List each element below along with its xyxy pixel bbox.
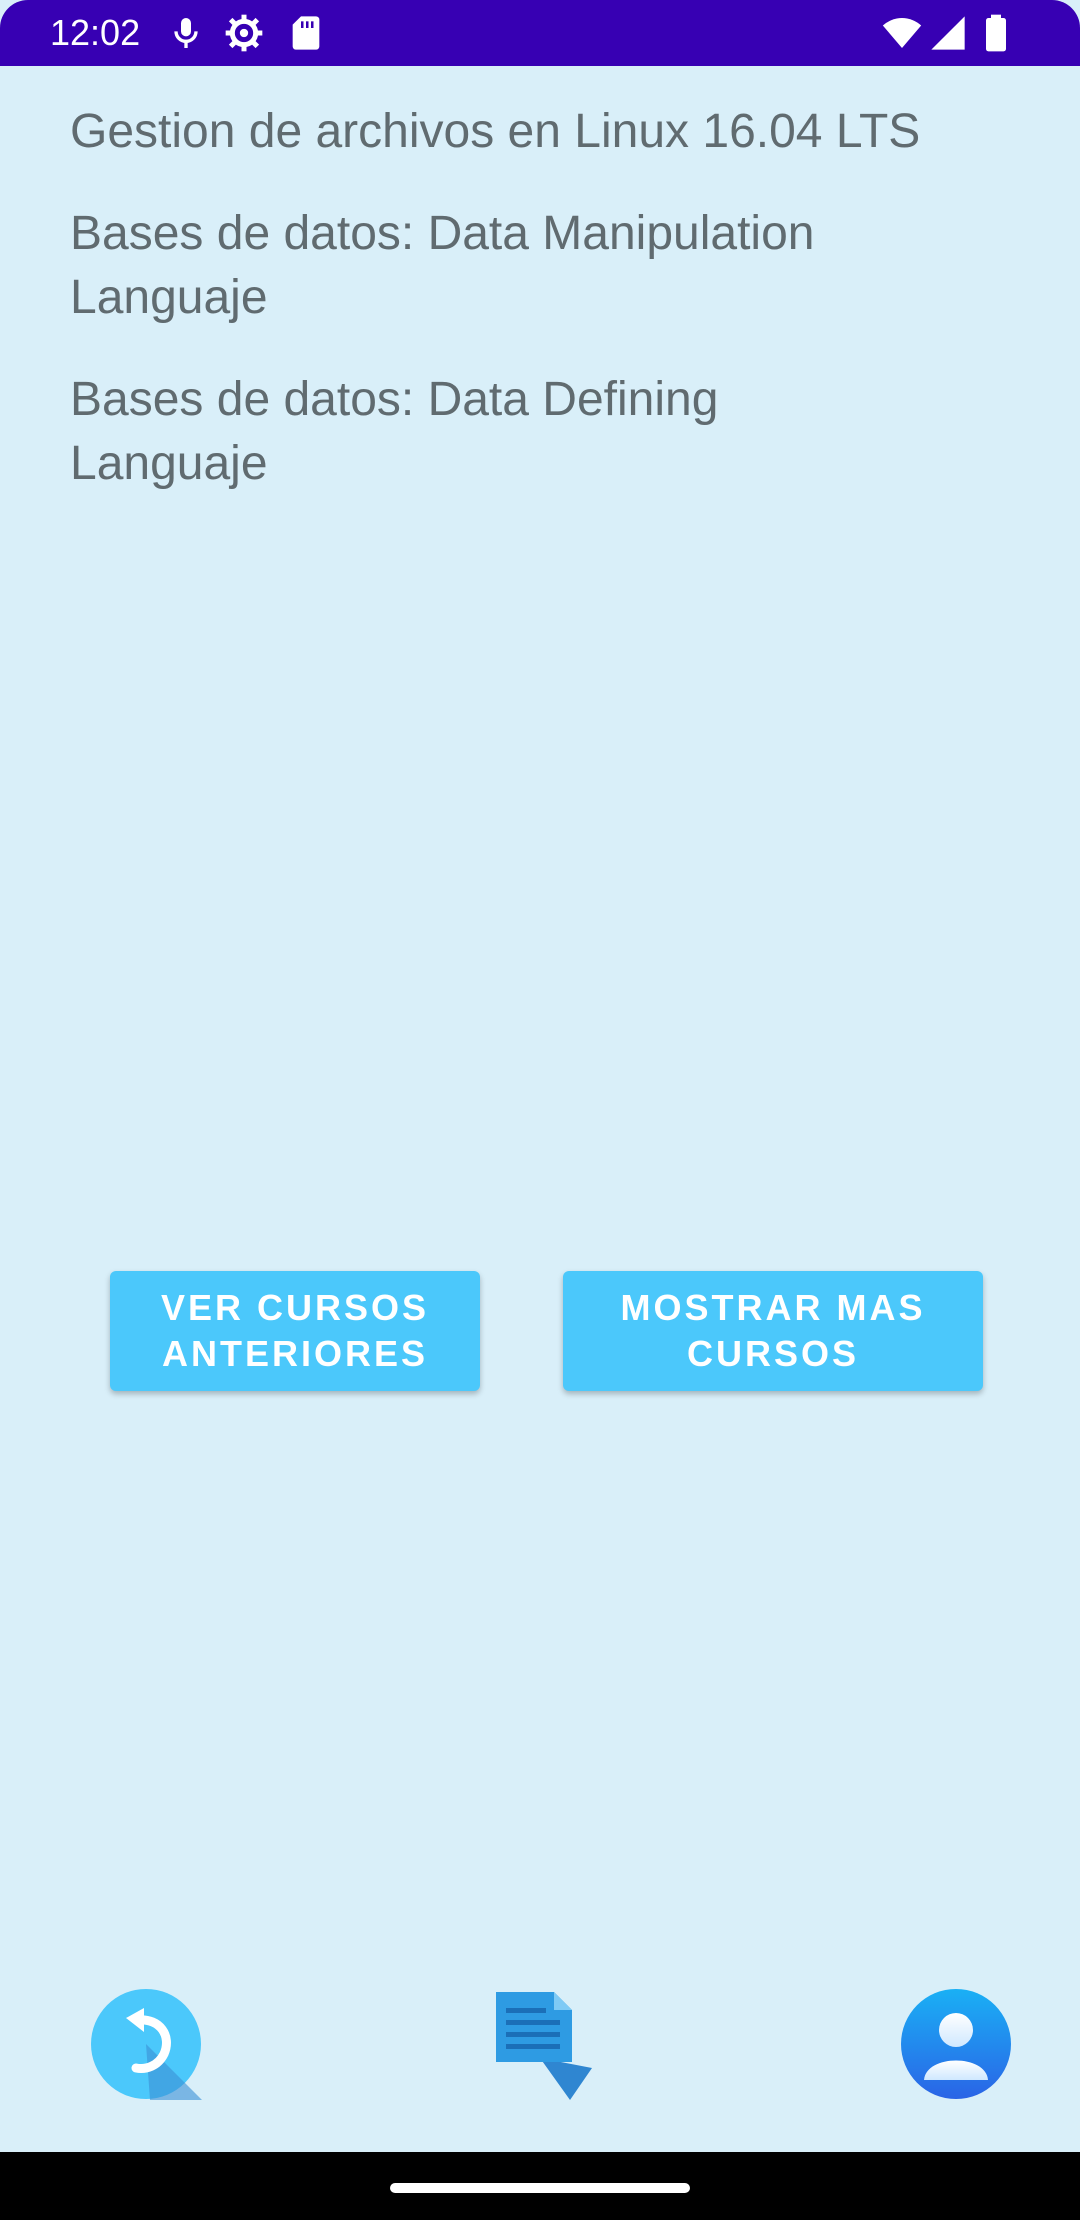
- app-screen: 12:02 Gestion de archivos en Linux 16.04…: [0, 0, 1080, 2220]
- more-courses-button[interactable]: MOSTRAR MAS CURSOS: [563, 1271, 983, 1391]
- previous-courses-button[interactable]: VER CURSOS ANTERIORES: [110, 1271, 480, 1391]
- course-item[interactable]: Bases de datos: Data Defining Languaje: [70, 368, 870, 496]
- home-gesture-handle[interactable]: [390, 2183, 690, 2193]
- sd-card-icon: [286, 13, 326, 53]
- status-time: 12:02: [50, 12, 141, 53]
- wifi-icon: [880, 13, 924, 53]
- course-item[interactable]: Bases de datos: Data Manipulation Langua…: [70, 202, 970, 330]
- course-item[interactable]: Gestion de archivos en Linux 16.04 LTS: [70, 100, 1050, 164]
- status-bar: 12:02: [0, 0, 1080, 66]
- user-profile-icon[interactable]: [900, 1988, 1012, 2100]
- previous-courses-label: VER CURSOS ANTERIORES: [160, 1287, 430, 1374]
- settings-icon: [224, 13, 264, 53]
- battery-icon: [976, 13, 1016, 53]
- more-courses-label: MOSTRAR MAS CURSOS: [620, 1287, 926, 1374]
- course-list: Gestion de archivos en Linux 16.04 LTS B…: [70, 100, 1050, 534]
- back-icon[interactable]: [90, 1988, 202, 2100]
- signal-icon: [928, 13, 968, 53]
- notes-icon[interactable]: [490, 1988, 606, 2100]
- mic-icon: [166, 13, 206, 53]
